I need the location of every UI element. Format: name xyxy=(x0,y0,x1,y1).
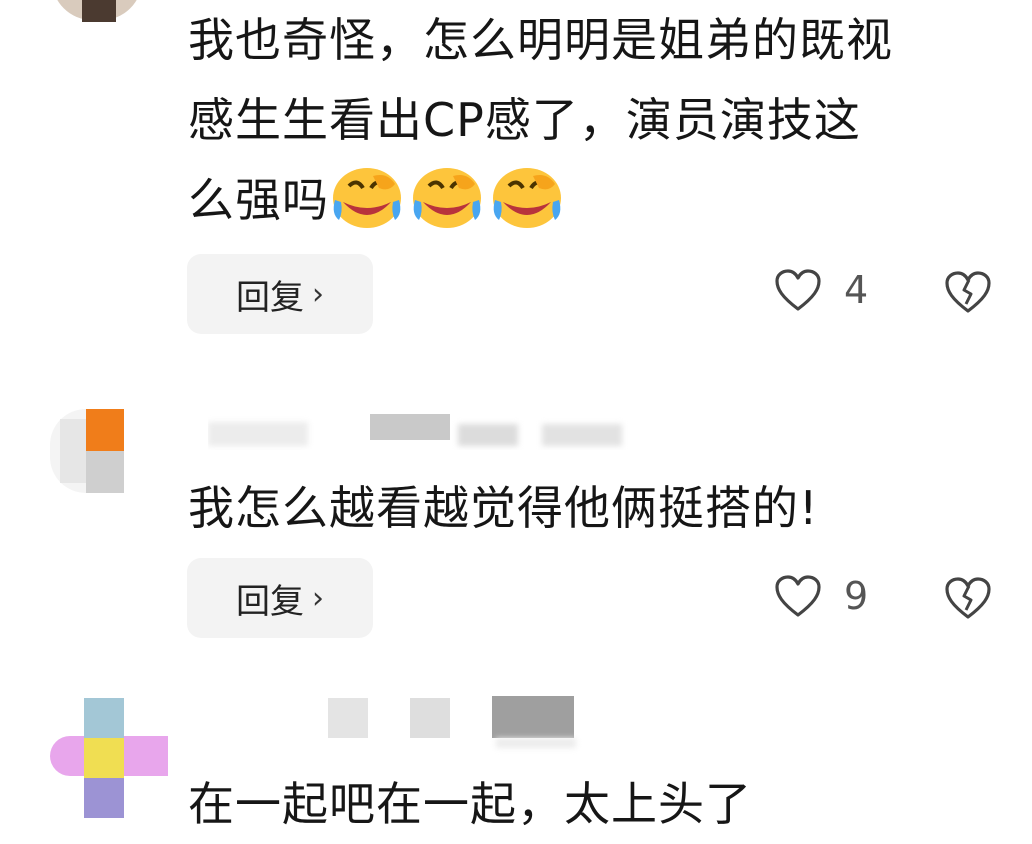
avatar[interactable] xyxy=(50,409,124,493)
like-count: 9 xyxy=(844,574,869,618)
like-button[interactable]: 4 xyxy=(774,268,868,312)
comment-meta-redacted xyxy=(208,414,628,450)
avatar[interactable] xyxy=(52,0,142,42)
dislike-button[interactable] xyxy=(944,270,992,314)
comment-text: 我怎么越看越觉得他俩挺搭的! xyxy=(188,481,819,535)
comment-meta-redacted xyxy=(320,696,620,756)
dislike-button[interactable] xyxy=(944,576,992,620)
comment-line: 感生生看出CP感了，演员演技这 xyxy=(188,93,861,147)
like-count: 4 xyxy=(844,268,869,312)
reply-label: 回复 xyxy=(236,581,304,622)
chevron-right-icon: › xyxy=(312,276,324,312)
broken-heart-icon xyxy=(944,270,992,314)
comment-text: 我也奇怪，怎么明明是姐弟的既视 感生生看出CP感了，演员演技这 么强吗 xyxy=(188,0,893,240)
comment-line: 么强吗 xyxy=(188,160,893,240)
broken-heart-icon xyxy=(944,576,992,620)
text-fade-overlay xyxy=(770,776,850,828)
chevron-right-icon: › xyxy=(312,580,324,616)
laugh-cry-emoji xyxy=(489,162,565,230)
heart-outline-icon xyxy=(774,268,822,312)
reply-button[interactable]: 回复 › xyxy=(187,558,373,638)
like-button[interactable]: 9 xyxy=(774,574,868,618)
comment-text: 在一起吧在一起，太上头了 xyxy=(188,777,752,831)
comment-line: 我也奇怪，怎么明明是姐弟的既视 xyxy=(188,13,893,67)
reply-label: 回复 xyxy=(236,277,304,318)
laugh-cry-emoji xyxy=(329,162,405,230)
heart-outline-icon xyxy=(774,574,822,618)
laugh-cry-emoji xyxy=(409,162,485,230)
reply-button[interactable]: 回复 › xyxy=(187,254,373,334)
avatar[interactable] xyxy=(50,698,170,828)
